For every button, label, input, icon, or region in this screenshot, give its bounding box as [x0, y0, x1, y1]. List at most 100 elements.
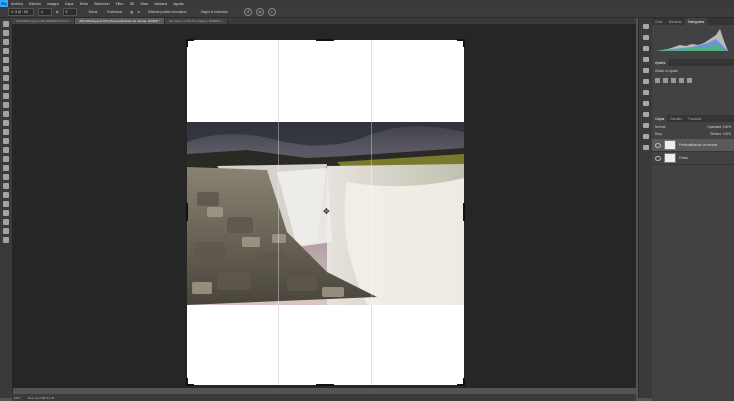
menu-imagen[interactable]: Imagen — [44, 2, 62, 6]
histogram-graph — [656, 29, 728, 51]
blend-mode-select[interactable]: Normal — [655, 125, 665, 129]
curves-icon[interactable] — [671, 78, 676, 83]
tab-muestras[interactable]: Muestras — [666, 18, 685, 25]
grid-overlay-icon[interactable]: ▦ — [130, 10, 133, 14]
fill-field[interactable]: 100% — [723, 132, 731, 136]
menu-vista[interactable]: Vista — [137, 2, 151, 6]
glyphs-panel-icon[interactable] — [643, 79, 649, 84]
opacity-field[interactable]: 100% — [723, 125, 731, 129]
history-brush-tool-icon[interactable] — [3, 111, 9, 117]
menu-ayuda[interactable]: Ayuda — [170, 2, 186, 6]
rectangle-tool-icon[interactable] — [3, 183, 9, 189]
paragraph-panel-icon[interactable] — [643, 68, 649, 73]
delete-cropped-pixels-checkbox[interactable]: Eliminar píxeles recortados — [148, 10, 186, 14]
move-tool-icon[interactable] — [3, 21, 9, 27]
menu-bar: Ps Archivo Edición Imagen Capa Texto Sel… — [0, 0, 734, 7]
lasso-tool-icon[interactable] — [3, 39, 9, 45]
adjustments-panel-header: Ajustes — [652, 59, 734, 66]
tab-color[interactable]: Color — [652, 18, 666, 25]
layer-blend-row: Normal Opacidad: 100% — [652, 122, 734, 132]
zoom-tool-icon[interactable] — [3, 201, 9, 207]
tab-capas[interactable]: Capas — [652, 115, 668, 122]
character-panel-icon[interactable] — [643, 57, 649, 62]
menu-edicion[interactable]: Edición — [26, 2, 44, 6]
visibility-eye-icon[interactable] — [655, 142, 661, 148]
pen-tool-icon[interactable] — [3, 156, 9, 162]
commit-check-icon[interactable]: ✓ — [267, 8, 276, 16]
swap-icon[interactable]: ⇄ — [56, 10, 59, 14]
menu-seleccion[interactable]: Selección — [91, 2, 113, 6]
ratio-width-field[interactable]: 4 — [38, 8, 52, 16]
dodge-tool-icon[interactable] — [3, 147, 9, 153]
layer-row-crop-preview[interactable]: Previsualización de recorte — [652, 139, 734, 152]
libraries-panel-icon[interactable] — [643, 112, 649, 117]
brightness-icon[interactable] — [655, 78, 660, 83]
path-select-tool-icon[interactable] — [3, 174, 9, 180]
waterfall-photo[interactable]: ✥ — [187, 122, 464, 305]
vibrance-icon[interactable] — [687, 78, 692, 83]
healing-brush-tool-icon[interactable] — [3, 84, 9, 90]
gradient-tool-icon[interactable] — [3, 129, 9, 135]
actions-panel-icon[interactable] — [643, 134, 649, 139]
tab-canales[interactable]: Canales — [667, 115, 685, 122]
crop-tool-icon[interactable] — [3, 57, 9, 63]
properties-panel-icon[interactable] — [643, 35, 649, 40]
menu-ventana[interactable]: Ventana — [151, 2, 170, 6]
type-tool-icon[interactable] — [3, 165, 9, 171]
straighten-button[interactable]: Enderezar — [108, 10, 123, 14]
blur-tool-icon[interactable] — [3, 138, 9, 144]
layer-name: Fondo — [679, 156, 689, 160]
reset-icon[interactable]: ↺ — [243, 8, 252, 16]
color-swatch-icon[interactable] — [3, 219, 9, 225]
fill-label: Relleno: — [710, 132, 722, 136]
menu-texto[interactable]: Texto — [76, 2, 91, 6]
opacity-label: Opacidad: — [707, 125, 722, 129]
zoom-level[interactable]: 16% — [14, 396, 20, 400]
quick-select-tool-icon[interactable] — [3, 48, 9, 54]
visibility-eye-icon[interactable] — [655, 155, 661, 161]
tab-trazados[interactable]: Trazados — [685, 115, 704, 122]
svg-text:✥: ✥ — [323, 207, 330, 216]
ratio-height-field[interactable]: 5 — [62, 8, 77, 16]
tab-ajustes[interactable]: Ajustes — [652, 59, 669, 66]
swatches-panel-icon[interactable] — [643, 145, 649, 150]
menu-capa[interactable]: Capa — [62, 2, 77, 6]
levels-icon[interactable] — [663, 78, 668, 83]
right-panels: Color Muestras Histograma Ajustes Añadir… — [652, 18, 734, 401]
brush-settings-icon[interactable] — [643, 46, 649, 51]
eyedropper-tool-icon[interactable] — [3, 75, 9, 81]
content-aware-checkbox[interactable]: Según el contenido — [201, 10, 228, 14]
photoshop-logo-icon: Ps — [0, 0, 8, 7]
marquee-tool-icon[interactable] — [3, 30, 9, 36]
layers-panel-tabs: Capas Canales Trazados — [652, 115, 734, 122]
hand-tool-icon[interactable] — [3, 192, 9, 198]
quick-mask-icon[interactable] — [3, 228, 9, 234]
tab-histograma[interactable]: Histograma — [684, 18, 708, 25]
layer-row-fondo[interactable]: Fondo — [652, 152, 734, 165]
clear-button[interactable]: Borrar — [89, 10, 98, 14]
layer-thumbnail — [664, 140, 676, 150]
adjustments-subtitle: Añadir un ajuste — [655, 69, 679, 73]
screen-mode-icon[interactable] — [3, 237, 9, 243]
exposure-icon[interactable] — [679, 78, 684, 83]
info-panel-icon[interactable] — [643, 101, 649, 106]
brush-tool-icon[interactable] — [3, 93, 9, 99]
eraser-tool-icon[interactable] — [3, 120, 9, 126]
cancel-icon[interactable]: ⊘ — [255, 8, 264, 16]
more-tools-icon[interactable] — [3, 210, 9, 216]
clone-stamp-tool-icon[interactable] — [3, 102, 9, 108]
frame-tool-icon[interactable] — [3, 66, 9, 72]
settings-gear-icon[interactable]: ⚙ — [137, 10, 140, 14]
menu-3d[interactable]: 3D — [127, 2, 138, 6]
history-panel-icon[interactable] — [643, 24, 649, 29]
layer-lock-row: Bloq: Relleno: 100% — [652, 132, 734, 139]
options-bar: 4 : 5 (8 : 10) 4 ⇄ 5 Borrar Enderezar ▦ … — [0, 7, 734, 18]
layer-name: Previsualización de recorte — [679, 143, 718, 147]
aspect-ratio-select[interactable]: 4 : 5 (8 : 10) — [8, 8, 34, 16]
lock-label: Bloq: — [655, 132, 663, 136]
styles-panel-icon[interactable] — [643, 123, 649, 128]
navigator-panel-icon[interactable] — [643, 90, 649, 95]
menu-archivo[interactable]: Archivo — [8, 2, 26, 6]
histogram-panel-tabs: Color Muestras Histograma — [652, 18, 734, 25]
menu-filtro[interactable]: Filtro — [113, 2, 127, 6]
